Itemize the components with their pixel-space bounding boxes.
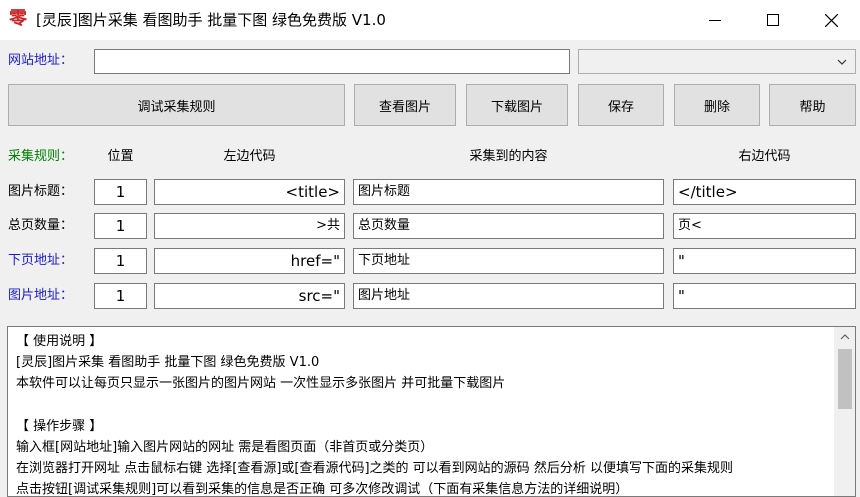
instructions-textarea[interactable]: 【 使用说明 】 [灵辰]图片采集 看图助手 批量下图 绿色免费版 V1.0 本…	[7, 326, 856, 497]
scroll-up-icon[interactable]	[840, 333, 850, 341]
view-images-button[interactable]: 查看图片	[354, 84, 456, 126]
instruction-line: 点击按钮[调试采集规则]可以看到采集的信息是否正确 可多次修改调试（下面有采集信…	[16, 482, 629, 497]
save-button[interactable]: 保存	[578, 84, 664, 126]
instruction-line	[16, 395, 826, 416]
scrollbar-thumb[interactable]	[838, 349, 852, 409]
instruction-line: 【 使用说明 】	[16, 334, 103, 349]
page-count-right-code-input[interactable]: 页<	[673, 213, 856, 239]
window-title: [灵辰]图片采集 看图助手 批量下图 绿色免费版 V1.0	[36, 11, 386, 29]
image-url-position-input[interactable]: 1	[94, 283, 147, 309]
position-header: 位置	[107, 149, 134, 164]
instructions-text: 【 使用说明 】 [灵辰]图片采集 看图助手 批量下图 绿色免费版 V1.0 本…	[16, 331, 826, 497]
title-rule-label: 图片标题：	[8, 184, 74, 199]
right-code-header: 右边代码	[738, 149, 791, 164]
image-url-right-code-input[interactable]: "	[673, 283, 856, 309]
instruction-line: 【 操作步骤 】	[16, 418, 103, 434]
instruction-line: 输入框[网站地址]输入图片网站的网址 需是看图页面（非首页或分类页）	[16, 439, 434, 455]
close-button[interactable]	[802, 0, 860, 40]
instruction-line: 本软件可以让每页只显示一张图片的图片网站 一次性显示多张图片 并可批量下载图片	[16, 376, 506, 392]
next-page-right-code-input[interactable]: "	[673, 248, 856, 274]
title-content-field[interactable]: 图片标题	[353, 179, 664, 205]
minimize-button[interactable]	[686, 0, 744, 40]
title-position-input[interactable]: 1	[94, 179, 147, 205]
site-dropdown[interactable]	[578, 49, 856, 74]
content-header: 采集到的内容	[469, 149, 548, 164]
minimize-icon	[709, 20, 721, 21]
rules-section-label: 采集规则：	[8, 149, 74, 164]
maximize-icon	[767, 14, 779, 26]
title-left-code-input[interactable]: <title>	[154, 179, 345, 205]
app-icon: 零	[9, 8, 27, 29]
next-page-position-input[interactable]: 1	[94, 248, 147, 274]
image-url-rule-label: 图片地址：	[8, 288, 74, 303]
url-label: 网站地址：	[8, 53, 74, 68]
maximize-button[interactable]	[744, 0, 802, 40]
url-input[interactable]	[94, 49, 570, 74]
title-right-code-input[interactable]: </title>	[673, 179, 856, 205]
image-url-content-field[interactable]: 图片地址	[353, 283, 664, 309]
next-page-left-code-input[interactable]: href="	[154, 248, 345, 274]
instruction-line: 在浏览器打开网址 点击鼠标右键 选择[查看源]或[查看源代码]之类的 可以看到网…	[16, 461, 733, 477]
left-code-header: 左边代码	[223, 149, 276, 164]
image-url-left-code-input[interactable]: src="	[154, 283, 345, 309]
next-page-rule-label: 下页地址：	[8, 253, 74, 268]
page-count-rule-label: 总页数量：	[8, 218, 74, 233]
download-images-button[interactable]: 下载图片	[466, 84, 568, 126]
next-page-content-field[interactable]: 下页地址	[353, 248, 664, 274]
title-bar: 零 [灵辰]图片采集 看图助手 批量下图 绿色免费版 V1.0	[0, 0, 860, 40]
page-count-position-input[interactable]: 1	[94, 213, 147, 239]
debug-rules-button[interactable]: 调试采集规则	[8, 84, 345, 126]
chevron-down-icon	[837, 59, 847, 65]
help-button[interactable]: 帮助	[769, 84, 856, 126]
page-count-content-field[interactable]: 总页数量	[353, 213, 664, 239]
close-icon	[824, 13, 838, 27]
page-count-left-code-input[interactable]: >共	[154, 213, 345, 239]
instruction-line: [灵辰]图片采集 看图助手 批量下图 绿色免费版 V1.0	[16, 355, 320, 371]
vertical-scrollbar[interactable]	[834, 327, 855, 496]
delete-button[interactable]: 删除	[674, 84, 760, 126]
